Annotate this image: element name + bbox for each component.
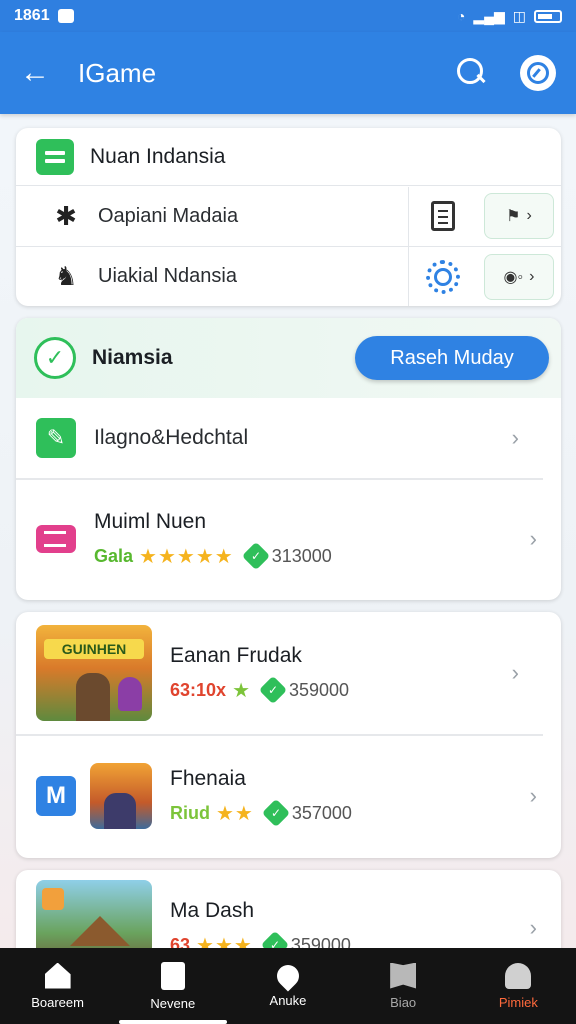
active-tab-indicator — [119, 1020, 228, 1024]
check-circle-icon: ✓ — [34, 337, 76, 379]
verified-icon: ✓ — [258, 675, 288, 705]
game-logo: GUINHEN — [44, 639, 144, 659]
chevron-right-icon: › — [529, 526, 537, 551]
featured-card-header: ✓ Niamsia Raseh Muday — [16, 318, 561, 398]
game-list-item[interactable]: GUINHEN Eanan Frudak 63:10x ★ ✓ 359000 › — [16, 612, 543, 736]
compass-icon[interactable] — [520, 55, 556, 91]
signal-icon: ▂▄▆ — [473, 7, 505, 24]
verified-icon: ✓ — [241, 541, 270, 571]
nav-item-home[interactable]: Boareem — [0, 948, 115, 1024]
category-row-label: Uiakial Ndansia — [98, 265, 237, 287]
featured-card: ✓ Niamsia Raseh Muday ✎ Ilagno&Hedchtal … — [16, 318, 561, 600]
download-count: 313000 — [271, 545, 332, 566]
game-list-card: GUINHEN Eanan Frudak 63:10x ★ ✓ 359000 ›… — [16, 612, 561, 858]
chevron-right-icon: › — [511, 660, 519, 685]
home-icon — [44, 962, 71, 989]
toggle-icon: ◉◦ — [503, 268, 524, 286]
m-badge-icon: M — [36, 776, 76, 816]
gear-icon[interactable] — [408, 247, 476, 306]
verified-icon: ✓ — [261, 798, 291, 828]
monster-icon: ♞ — [54, 261, 78, 291]
flag-icon: ⚑ — [506, 208, 521, 225]
game-name: Muiml Nuen — [94, 509, 207, 533]
nav-item-location[interactable]: Anuke — [230, 948, 345, 1024]
app-title: IGame — [78, 57, 157, 88]
chevron-right-icon: › — [526, 207, 532, 224]
game-tagline: Riud — [170, 802, 210, 823]
category-icon — [36, 138, 74, 175]
game-name: Fhenaia — [170, 766, 246, 790]
chevron-right-icon: › — [529, 783, 537, 808]
nav-item-profile[interactable]: Pimiek — [461, 948, 576, 1024]
chevron-right-icon: › — [529, 267, 535, 285]
category-row[interactable]: ✱ Oapiani Madaia ⚑ › — [16, 186, 561, 246]
rating-stars: ★ — [232, 679, 251, 702]
nav-item-library[interactable]: Biao — [346, 948, 461, 1024]
category-card-header[interactable]: Nuan Indansia — [16, 128, 561, 186]
app-bar: ← IGame — [0, 32, 576, 114]
shopping-bag-icon — [160, 961, 185, 990]
game-thumbnail — [90, 763, 152, 829]
nav-label: Pimiek — [498, 994, 538, 1010]
flag-forward-button[interactable]: ⚑ › — [484, 193, 554, 239]
game-name: Eanan Frudak — [170, 643, 302, 667]
category-row[interactable]: ♞ Uiakial Ndansia ◉◦ › — [16, 246, 561, 306]
game-tagline: Gala — [94, 545, 134, 566]
nav-item-store[interactable]: Nevene — [115, 948, 230, 1024]
game-name: Ma Dash — [170, 898, 255, 922]
featured-card-title: Niamsia — [92, 346, 173, 369]
mail-icon — [36, 525, 76, 553]
nav-label: Anuke — [269, 992, 307, 1008]
location-pin-icon — [272, 959, 304, 992]
status-bar: 1861 ◔ ▂▄▆ ◫ — [0, 0, 576, 32]
download-count: 357000 — [291, 802, 352, 823]
vibrate-icon: ◫ — [512, 7, 526, 24]
game-tagline: 63:10x — [170, 679, 227, 700]
book-icon — [390, 962, 417, 989]
list-item-label: Ilagno&Hedchtal — [94, 426, 249, 449]
bottom-navigation: Boareem Nevene Anuke Biao Pimiek — [0, 948, 576, 1024]
user-icon — [505, 962, 532, 989]
chevron-right-icon: › — [529, 915, 537, 940]
status-time: 1861 — [14, 7, 50, 24]
back-arrow-icon[interactable]: ← — [20, 58, 60, 88]
wifi-icon: ◔ — [456, 8, 466, 24]
puzzle-icon: ✱ — [55, 200, 77, 231]
edit-tag-icon: ✎ — [36, 418, 76, 458]
rating-stars: ★★ — [216, 802, 254, 825]
battery-icon — [534, 9, 562, 23]
game-list-item[interactable]: Muiml Nuen Gala ★★★★★ ✓ 313000 › — [16, 480, 561, 598]
nav-label: Boareem — [31, 994, 84, 1010]
toggle-forward-button[interactable]: ◉◦ › — [484, 253, 554, 300]
clipboard-icon[interactable] — [408, 186, 476, 246]
category-card: Nuan Indansia ✱ Oapiani Madaia ⚑ › ♞ Uiak… — [16, 128, 561, 306]
nav-label: Nevene — [150, 995, 196, 1011]
game-thumbnail: GUINHEN — [36, 625, 152, 721]
primary-action-button[interactable]: Raseh Muday — [355, 336, 549, 380]
list-item[interactable]: ✎ Ilagno&Hedchtal › — [16, 398, 543, 480]
nav-label: Biao — [390, 994, 417, 1010]
chevron-right-icon: › — [511, 425, 519, 450]
category-row-label: Oapiani Madaia — [98, 204, 239, 227]
category-card-title: Nuan Indansia — [90, 144, 226, 168]
search-icon[interactable] — [454, 55, 490, 91]
rating-stars: ★★★★★ — [139, 545, 234, 568]
download-count: 359000 — [289, 679, 350, 700]
game-list-item[interactable]: M Fhenaia Riud ★★ ✓ 357000 › — [16, 736, 561, 856]
notification-icon — [57, 9, 74, 23]
